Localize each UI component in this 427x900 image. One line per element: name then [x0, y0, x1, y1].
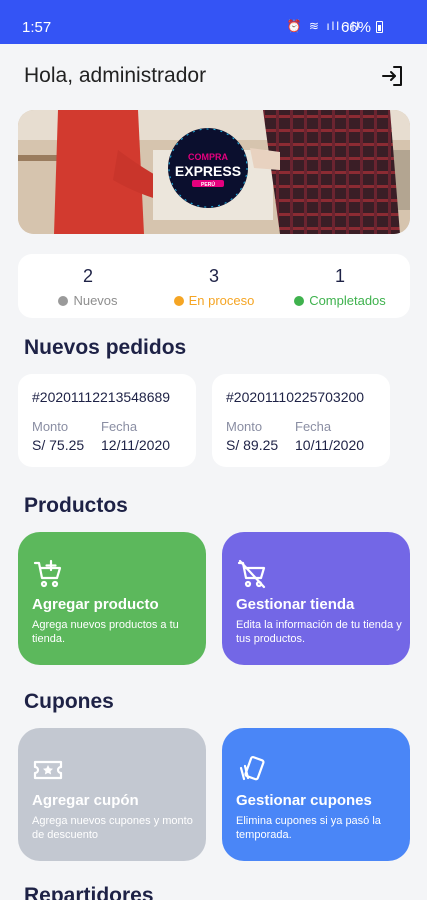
add-coupon-card[interactable]: Agregar cupón Agrega nuevos cupones y mo… — [18, 728, 206, 861]
ticket-star-icon — [32, 754, 64, 786]
manage-coupons-desc: Elimina cupones si ya pasó la temporada. — [236, 815, 381, 841]
stat-new[interactable]: 2 Nuevos — [23, 266, 153, 308]
add-coupon-title: Agregar cupón — [32, 792, 139, 809]
promo-banner[interactable]: COMPRA EXPRESS PERÚ — [18, 110, 410, 234]
green-dot-icon — [294, 295, 305, 306]
order-stats-card: 2 Nuevos 3 En proceso 1 Completados — [18, 254, 410, 318]
stat-completed-count: 1 — [334, 266, 345, 286]
order-amount-label: Monto — [226, 419, 263, 434]
manage-store-card[interactable]: Gestionar tienda Edita la información de… — [222, 532, 410, 665]
stat-completed-label: Completados — [309, 293, 386, 308]
stat-new-label: Nuevos — [73, 293, 118, 308]
cart-off-icon — [236, 558, 268, 590]
orders-section-title: Nuevos pedidos — [24, 336, 187, 359]
status-time: 1:57 — [22, 19, 52, 36]
order-amount-label: Monto — [32, 419, 69, 434]
cart-plus-icon — [32, 558, 64, 590]
orange-dot-icon — [173, 295, 184, 306]
order-amount: S/ 75.25 — [32, 437, 85, 453]
order-date: 12/11/2020 — [101, 437, 171, 453]
products-section-title: Productos — [24, 494, 128, 517]
order-amount: S/ 89.25 — [226, 437, 279, 453]
order-card[interactable]: #20201110225703200 Monto Fecha S/ 89.25 … — [212, 374, 390, 467]
manage-store-title: Gestionar tienda — [236, 596, 355, 613]
manage-coupons-title: Gestionar cupones — [236, 792, 372, 809]
order-date-label: Fecha — [101, 419, 138, 434]
banner-logo-bottom: PERÚ — [201, 181, 215, 188]
add-product-desc: Agrega nuevos productos a tu tienda. — [32, 619, 179, 645]
coupon-cards-icon — [236, 754, 268, 786]
order-code: #20201112213548689 — [32, 389, 171, 405]
add-product-title: Agregar producto — [32, 596, 159, 613]
coupons-section-title: Cupones — [24, 690, 114, 713]
stat-in-progress-count: 3 — [208, 266, 219, 286]
order-card[interactable]: #20201112213548689 Monto Fecha S/ 75.25 … — [18, 374, 196, 467]
add-coupon-desc: Agrega nuevos cupones y monto de descuen… — [32, 815, 193, 841]
stat-in-progress[interactable]: 3 En proceso — [149, 266, 279, 308]
status-bar: 1:57 ⏰ ≋ ıll ıll 66% — [0, 0, 427, 44]
stat-completed[interactable]: 1 Completados — [275, 266, 405, 308]
manage-coupons-card[interactable]: Gestionar cupones Elimina cupones si ya … — [222, 728, 410, 861]
battery-icon — [376, 21, 383, 33]
delivery-section-title: Repartidores — [24, 884, 154, 900]
logout-icon[interactable] — [380, 64, 404, 88]
banner-logo-top: COMPRA — [188, 152, 228, 162]
battery-percent: 66% — [340, 19, 371, 36]
order-date: 10/11/2020 — [295, 437, 365, 453]
order-code: #20201110225703200 — [226, 389, 365, 405]
stat-in-progress-label: En proceso — [188, 293, 255, 308]
greeting-title: Hola, administrador — [24, 64, 207, 87]
gray-dot-icon — [58, 295, 69, 306]
banner-logo-main: EXPRESS — [175, 163, 241, 179]
manage-store-desc: Edita la información de tu tienda y tus … — [236, 619, 402, 645]
add-product-card[interactable]: Agregar producto Agrega nuevos productos… — [18, 532, 206, 665]
order-date-label: Fecha — [295, 419, 332, 434]
stat-new-count: 2 — [82, 266, 93, 286]
